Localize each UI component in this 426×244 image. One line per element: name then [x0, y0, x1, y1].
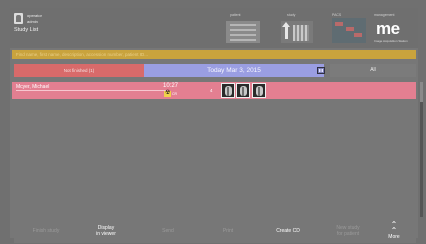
study-list: Mcyer, Michael 10:27 CR 4	[12, 82, 416, 217]
display-in-viewer-button[interactable]: Display in viewer	[74, 219, 138, 243]
row-divider	[16, 90, 166, 91]
study-tile[interactable]: study	[275, 13, 317, 43]
send-button[interactable]: Send	[136, 219, 200, 243]
not-finished-filter[interactable]: Not finished (1)	[14, 64, 144, 77]
new-study-for-patient-button[interactable]: New study for patient	[316, 219, 380, 243]
user-name: operator	[27, 13, 42, 18]
send-label: Send	[162, 228, 174, 234]
scrollbar-thumb[interactable]	[420, 82, 423, 102]
user-icon[interactable]	[14, 13, 23, 24]
patient-tile[interactable]: patient	[222, 13, 264, 43]
xray-thumbnail[interactable]	[221, 83, 235, 98]
date-filter-label: Today Mar 3, 2015	[207, 67, 261, 74]
modality: CR	[172, 92, 178, 96]
table-row[interactable]: Mcyer, Michael 10:27 CR 4	[12, 82, 416, 99]
xray-thumbnail[interactable]	[252, 83, 266, 98]
finish-study-label: Finish study	[32, 228, 60, 234]
display-label-line2: in viewer	[96, 231, 116, 237]
create-cd-label: Create CD	[276, 228, 300, 234]
calendar-icon[interactable]	[317, 66, 325, 74]
management-tile[interactable]: management me Image Acquisition Station	[366, 13, 418, 43]
all-filter[interactable]: All	[330, 64, 416, 77]
bottom-toolbar: Finish study Display in viewer Send Prin…	[10, 219, 418, 243]
search-input[interactable]	[12, 50, 416, 59]
list-scrollbar[interactable]	[420, 82, 423, 217]
pacs-tile-label: PACS	[332, 13, 342, 17]
management-tile-label: management	[374, 13, 395, 17]
header: operator admin Study List patient study …	[10, 8, 418, 48]
study-list-screen: operator admin Study List patient study …	[0, 0, 426, 244]
filter-bar: Not finished (1) Today Mar 3, 2015 All	[12, 64, 416, 77]
logo-subtitle: Image Acquisition Station	[374, 39, 408, 43]
more-label: More	[388, 234, 400, 240]
new-study-label-line2: for patient	[336, 231, 360, 237]
patient-tile-label: patient	[230, 13, 241, 17]
finish-study-button[interactable]: Finish study	[14, 219, 78, 243]
pacs-grid-icon	[332, 18, 366, 43]
date-filter[interactable]: Today Mar 3, 2015	[144, 64, 324, 77]
user-role: admin	[27, 19, 38, 24]
page-title: Study List	[14, 27, 39, 33]
xray-thumbnail[interactable]	[236, 83, 250, 98]
study-upload-icon	[281, 21, 313, 43]
more-button[interactable]: ⌃ ⌃ More	[372, 219, 416, 243]
study-tile-label: study	[287, 13, 296, 17]
create-cd-button[interactable]: Create CD	[256, 219, 320, 243]
study-time: 10:27	[163, 83, 179, 89]
double-chevron-up-icon: ⌃ ⌃	[390, 220, 398, 235]
print-button[interactable]: Print	[196, 219, 260, 243]
radiation-icon	[164, 90, 171, 97]
print-label: Print	[222, 228, 234, 234]
pacs-tile[interactable]: PACS	[330, 13, 368, 43]
me-logo: me	[376, 19, 400, 38]
search-bar	[12, 50, 416, 59]
image-count: 4	[210, 88, 213, 93]
patient-form-icon	[226, 21, 260, 43]
